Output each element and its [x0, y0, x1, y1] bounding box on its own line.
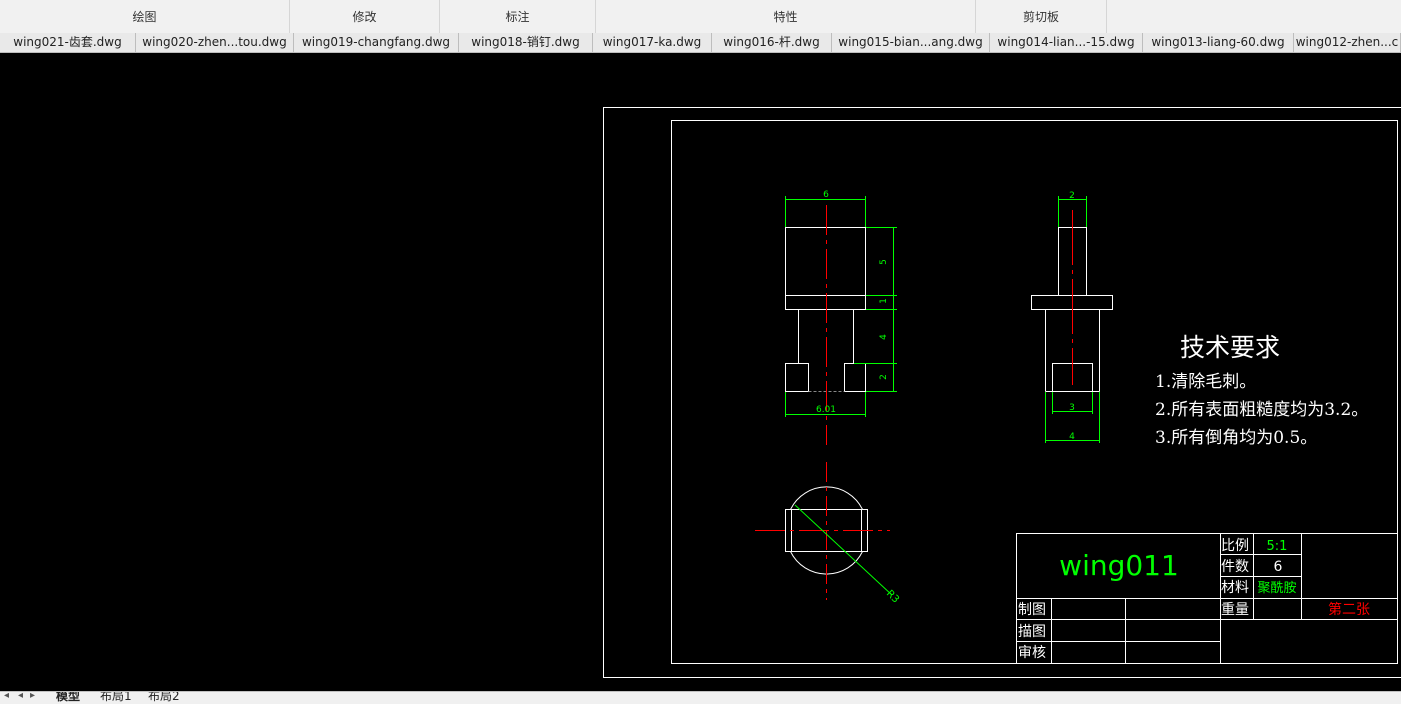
layout-tab-bar: ◂ ◂ ▸ 模型 布局1 布局2	[0, 691, 1401, 704]
scale-value: 5:1	[1267, 539, 1288, 554]
count-label: 件数	[1221, 559, 1249, 575]
radius-leader	[794, 504, 893, 596]
first-tab-arrow-icon[interactable]: ◂	[4, 692, 9, 701]
drawing-canvas[interactable]: 6 5 1 4 2 6.01 2 3 4 R3 技术要求 1.清除毛刺。 2.所…	[0, 53, 1401, 691]
drawing-name: wing011	[1059, 549, 1179, 582]
requirement-line: 1.清除毛刺。	[1155, 372, 1256, 392]
front-dimensions	[785, 196, 897, 417]
dim-bottom-width: 6.01	[816, 405, 836, 415]
dim-radius: R3	[884, 588, 901, 605]
requirement-line: 3.所有倒角均为0.5。	[1155, 428, 1317, 448]
document-tab[interactable]: wing015-bian...ang.dwg	[832, 33, 990, 52]
traced-label: 描图	[1018, 624, 1046, 640]
dim-front-width: 6	[823, 190, 829, 200]
document-tab[interactable]: wing016-杆.dwg	[712, 33, 832, 52]
weight-label: 重量	[1221, 602, 1249, 618]
requirements-list: 1.清除毛刺。 2.所有表面粗糙度均为3.2。 3.所有倒角均为0.5。	[1155, 372, 1368, 448]
document-tab[interactable]: wing012-zhen...c	[1294, 33, 1401, 52]
dim-h4: 4	[879, 334, 889, 340]
dim-h5: 5	[879, 259, 889, 265]
tab-layout1[interactable]: 布局1	[100, 692, 132, 703]
dim-side-inner: 3	[1069, 403, 1075, 413]
ribbon-group-draw[interactable]: 绘图	[0, 0, 290, 33]
tab-model[interactable]: 模型	[56, 692, 80, 703]
prev-tab-arrow-icon[interactable]: ◂	[18, 692, 23, 701]
ribbon-group-modify[interactable]: 修改	[290, 0, 440, 33]
checked-label: 审核	[1018, 645, 1046, 661]
dim-h1: 1	[879, 298, 889, 304]
drawn-label: 制图	[1018, 602, 1046, 618]
scale-label: 比例	[1221, 538, 1249, 554]
document-tab[interactable]: wing017-ka.dwg	[593, 33, 712, 52]
document-tab-bar: wing021-齿套.dwg wing020-zhen...tou.dwg wi…	[0, 33, 1401, 53]
document-tab[interactable]: wing020-zhen...tou.dwg	[136, 33, 294, 52]
ribbon-group-properties[interactable]: 特性	[596, 0, 976, 33]
drawing-svg[interactable]: 6 5 1 4 2 6.01 2 3 4 R3 技术要求 1.清除毛刺。 2.所…	[0, 53, 1401, 691]
ribbon-group-annotate[interactable]: 标注	[440, 0, 596, 33]
material-value: 聚酰胺	[1257, 581, 1296, 596]
ribbon-group-clipboard[interactable]: 剪切板	[976, 0, 1107, 33]
document-tab[interactable]: wing013-liang-60.dwg	[1143, 33, 1294, 52]
count-value: 6	[1274, 559, 1283, 575]
dim-h2: 2	[879, 374, 889, 380]
document-tab[interactable]: wing021-齿套.dwg	[0, 33, 136, 52]
front-view[interactable]	[785, 227, 866, 392]
sheet-number: 第二张	[1328, 601, 1370, 618]
material-label: 材料	[1221, 580, 1249, 596]
dim-side-bottom: 4	[1069, 432, 1075, 442]
next-tab-arrow-icon[interactable]: ▸	[30, 692, 35, 701]
ribbon: 绘图 修改 标注 特性 剪切板	[0, 0, 1401, 33]
document-tab[interactable]: wing014-lian...-15.dwg	[990, 33, 1143, 52]
document-tab[interactable]: wing019-changfang.dwg	[294, 33, 459, 52]
requirement-line: 2.所有表面粗糙度均为3.2。	[1155, 400, 1368, 420]
dim-side-top: 2	[1069, 191, 1075, 201]
document-tab[interactable]: wing018-销钉.dwg	[459, 33, 593, 52]
requirements-title: 技术要求	[1180, 333, 1280, 362]
tab-layout2[interactable]: 布局2	[148, 692, 180, 703]
